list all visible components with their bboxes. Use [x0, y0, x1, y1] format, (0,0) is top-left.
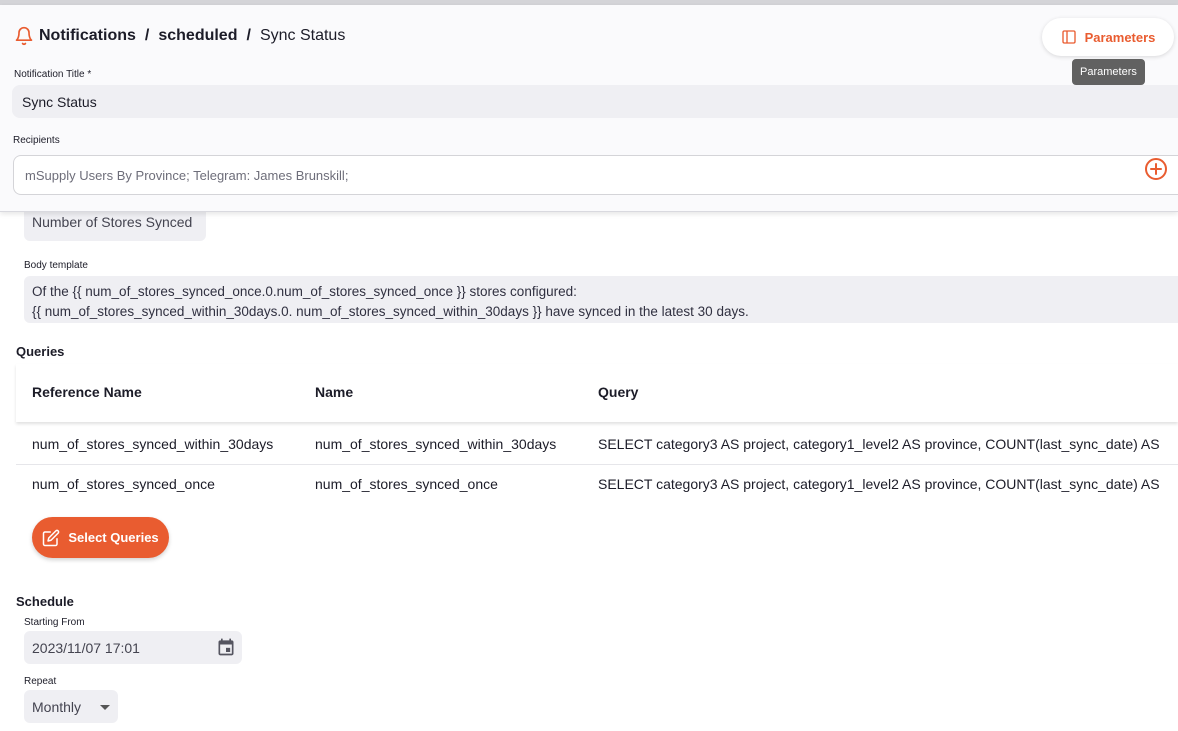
- edit-icon: [43, 529, 60, 546]
- cell-reference-name: num_of_stores_synced_once: [32, 476, 215, 492]
- breadcrumb-scheduled[interactable]: scheduled: [158, 27, 237, 45]
- breadcrumb-notifications[interactable]: Notifications: [39, 27, 136, 45]
- starting-from-label: Starting From: [24, 617, 85, 628]
- column-header-reference-name[interactable]: Reference Name: [32, 384, 302, 400]
- table-header-row: Reference Name Name Query: [16, 364, 1178, 422]
- cell-name: num_of_stores_synced_once: [315, 476, 498, 492]
- cell-reference-name: num_of_stores_synced_within_30days: [32, 436, 274, 452]
- notification-title-input[interactable]: Sync Status: [12, 85, 1178, 118]
- select-queries-button[interactable]: Select Queries: [32, 517, 169, 558]
- recipients-input[interactable]: mSupply Users By Province; Telegram: Jam…: [13, 155, 1178, 195]
- breadcrumb-current: Sync Status: [259, 27, 346, 44]
- notification-title-label: Notification Title *: [14, 69, 92, 80]
- body-template-line-1: Of the {{ num_of_stores_synced_once.0.nu…: [32, 284, 577, 299]
- cell-name: num_of_stores_synced_within_30days: [315, 436, 557, 452]
- column-header-name[interactable]: Name: [315, 384, 585, 400]
- table-row[interactable]: num_of_stores_synced_within_30days num_o…: [16, 426, 1178, 465]
- repeat-value: Monthly: [32, 698, 82, 715]
- subject-template-input[interactable]: Number of Stores Synced: [24, 210, 206, 241]
- add-circle-icon[interactable]: [1144, 157, 1168, 181]
- sidebar-panel-icon: [1061, 30, 1076, 44]
- recipients-value: mSupply Users By Province; Telegram: Jam…: [25, 167, 349, 183]
- body-template-label: Body template: [24, 260, 88, 271]
- cell-query: SELECT category3 AS project, category1_l…: [598, 476, 1160, 492]
- calendar-icon[interactable]: [216, 637, 236, 657]
- repeat-label: Repeat: [24, 676, 57, 687]
- breadcrumb-separator: /: [246, 27, 251, 44]
- table-row[interactable]: num_of_stores_synced_once num_of_stores_…: [16, 466, 1178, 504]
- cell-query: SELECT category3 AS project, category1_l…: [598, 436, 1160, 452]
- parameters-tooltip: Parameters: [1072, 59, 1145, 85]
- column-header-query[interactable]: Query: [598, 384, 1178, 400]
- notification-header-panel: Notifications / scheduled / Sync Status …: [0, 5, 1178, 212]
- breadcrumb: Notifications / scheduled / Sync Status: [14, 26, 345, 46]
- chevron-down-icon: [100, 705, 110, 710]
- breadcrumb-separator: /: [144, 27, 150, 44]
- parameters-button-label: Parameters: [1084, 29, 1156, 45]
- schedule-section-title: Schedule: [16, 594, 74, 609]
- recipients-label: Recipients: [13, 135, 60, 146]
- starting-from-input[interactable]: 2023/11/07 17:01: [24, 631, 242, 664]
- queries-section-title: Queries: [16, 344, 65, 359]
- parameters-button[interactable]: Parameters: [1042, 18, 1174, 56]
- body-template-line-2: {{ num_of_stores_synced_within_30days.0.…: [32, 304, 749, 319]
- select-queries-label: Select Queries: [68, 530, 159, 545]
- bell-icon: [15, 26, 33, 46]
- body-template-input[interactable]: Of the {{ num_of_stores_synced_once.0.nu…: [24, 276, 1178, 323]
